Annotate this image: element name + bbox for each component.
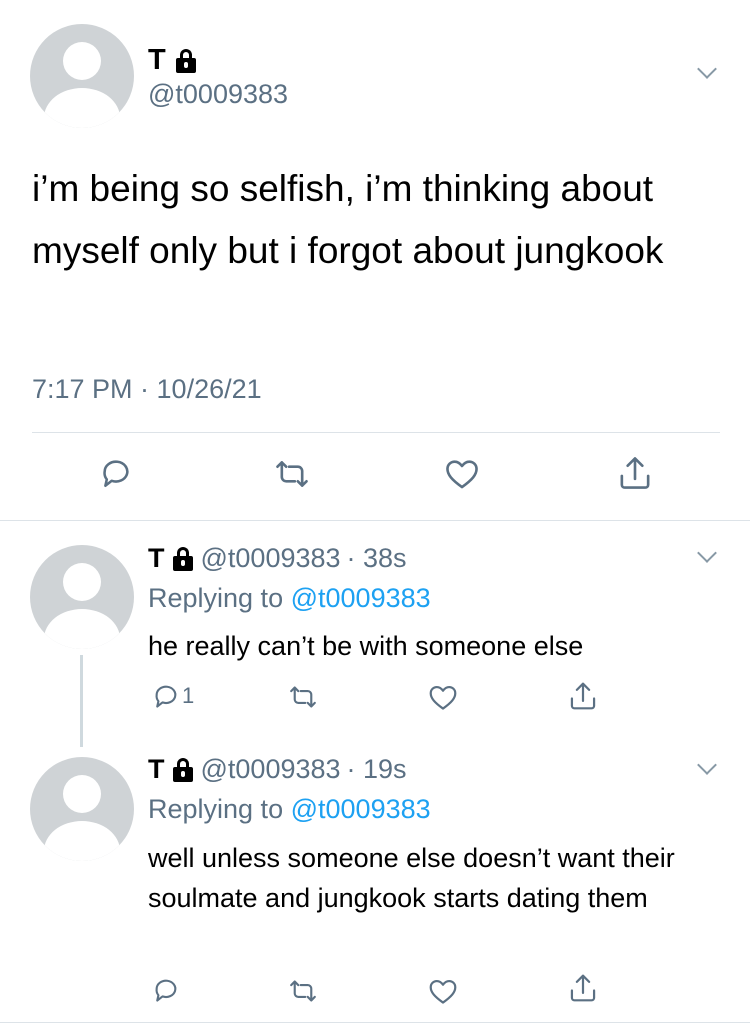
like-icon	[429, 685, 457, 710]
reply-header: T @t0009383 · 38s	[148, 543, 407, 574]
handle[interactable]: @t0009383	[148, 79, 288, 110]
retweet-button[interactable]	[288, 978, 318, 1004]
retweet-icon	[276, 461, 308, 487]
tweet-text: well unless someone else doesn’t want th…	[148, 843, 675, 913]
share-button[interactable]	[617, 454, 653, 492]
lock-icon	[174, 48, 198, 73]
chevron-down-icon[interactable]	[697, 59, 717, 79]
replying-to: Replying to @t0009383	[148, 794, 431, 825]
replying-to-link[interactable]: @t0009383	[291, 583, 431, 613]
share-button[interactable]	[568, 972, 598, 1004]
retweet-icon	[290, 686, 316, 708]
retweet-button[interactable]	[274, 458, 310, 490]
tweet-age[interactable]: · 19s	[347, 754, 407, 785]
reply-button[interactable]	[99, 456, 133, 490]
thread-line	[80, 655, 83, 747]
divider	[32, 432, 720, 433]
reply-count: 1	[182, 683, 195, 708]
retweet-icon	[290, 980, 316, 1002]
share-button[interactable]	[568, 680, 598, 712]
avatar[interactable]	[30, 24, 134, 128]
divider	[0, 520, 750, 521]
reply-button[interactable]: 1	[152, 682, 194, 710]
chevron-down-icon[interactable]	[697, 543, 717, 563]
share-icon	[570, 682, 596, 710]
like-button[interactable]	[428, 684, 458, 711]
share-icon	[570, 974, 596, 1002]
display-name-row: T	[148, 44, 198, 77]
avatar[interactable]	[30, 545, 134, 649]
reply-header: T @t0009383 · 19s	[148, 754, 407, 785]
reply-icon	[155, 685, 177, 708]
tweet-text: he really can’t be with someone else	[148, 631, 584, 661]
lock-icon	[171, 546, 195, 571]
like-button[interactable]	[444, 458, 480, 490]
timestamp[interactable]: 7:17 PM · 10/26/21	[32, 374, 262, 405]
tweet-text: i’m being so selfish, i’m thinking about…	[32, 168, 664, 271]
display-name[interactable]: T	[148, 754, 165, 785]
avatar[interactable]	[30, 757, 134, 861]
reply-button[interactable]	[152, 976, 180, 1004]
share-icon	[620, 457, 650, 489]
replying-to-label: Replying to	[148, 794, 284, 824]
display-name[interactable]: T	[148, 543, 165, 574]
like-icon	[429, 979, 457, 1004]
handle[interactable]: @t0009383	[201, 543, 341, 574]
handle[interactable]: @t0009383	[201, 754, 341, 785]
lock-icon	[171, 757, 195, 782]
display-name[interactable]: T	[148, 44, 166, 77]
replying-to-link[interactable]: @t0009383	[291, 794, 431, 824]
reply-icon	[103, 460, 129, 488]
retweet-button[interactable]	[288, 684, 318, 710]
reply-icon	[155, 979, 177, 1002]
replying-to: Replying to @t0009383	[148, 583, 431, 614]
chevron-down-icon[interactable]	[697, 755, 717, 775]
replying-to-label: Replying to	[148, 583, 284, 613]
like-icon	[446, 460, 478, 489]
like-button[interactable]	[428, 978, 458, 1005]
tweet-age[interactable]: · 38s	[347, 543, 407, 574]
divider	[0, 1022, 750, 1023]
